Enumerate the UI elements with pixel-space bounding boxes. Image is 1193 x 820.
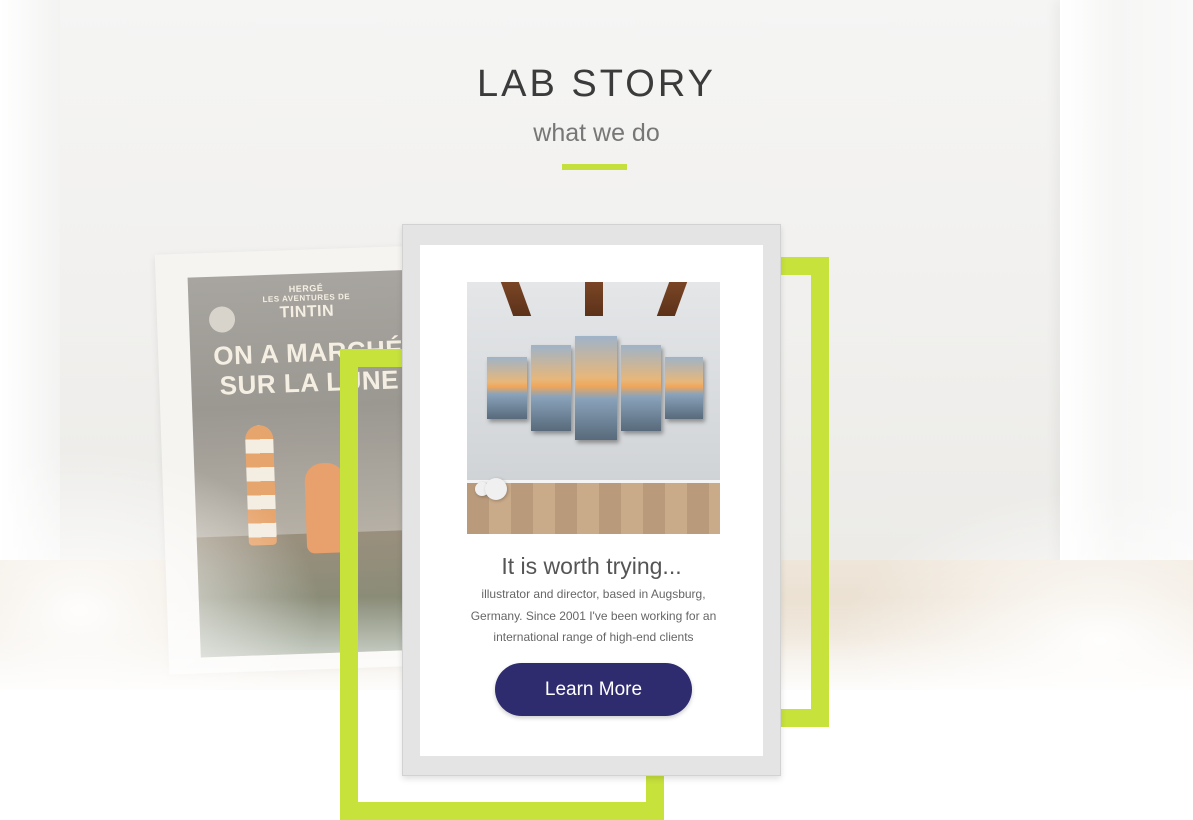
canvas-panel xyxy=(487,357,527,419)
section-title: LAB STORY xyxy=(477,63,716,105)
title-underline xyxy=(562,164,627,170)
canvas-panel xyxy=(531,345,571,431)
card-heading: It is worth trying... xyxy=(501,553,682,579)
canvas-panel xyxy=(575,336,617,440)
ceiling-beam xyxy=(656,282,688,316)
ceiling-beam xyxy=(500,282,532,316)
vase xyxy=(485,478,507,500)
section-subtitle: what we do xyxy=(533,119,660,147)
card-description: illustrator and director, based in Augsb… xyxy=(470,587,717,644)
story-card: It is worth trying... illustrator and di… xyxy=(402,224,781,776)
learn-more-button[interactable]: Learn More xyxy=(495,663,692,716)
canvas-panel xyxy=(621,345,661,431)
card-artwork-image xyxy=(467,282,720,534)
canvas-panel xyxy=(665,357,703,419)
section-heading: LAB STORY what we do xyxy=(0,60,1193,148)
ceiling-beam xyxy=(585,282,603,316)
story-card-content: It is worth trying... illustrator and di… xyxy=(420,245,763,756)
